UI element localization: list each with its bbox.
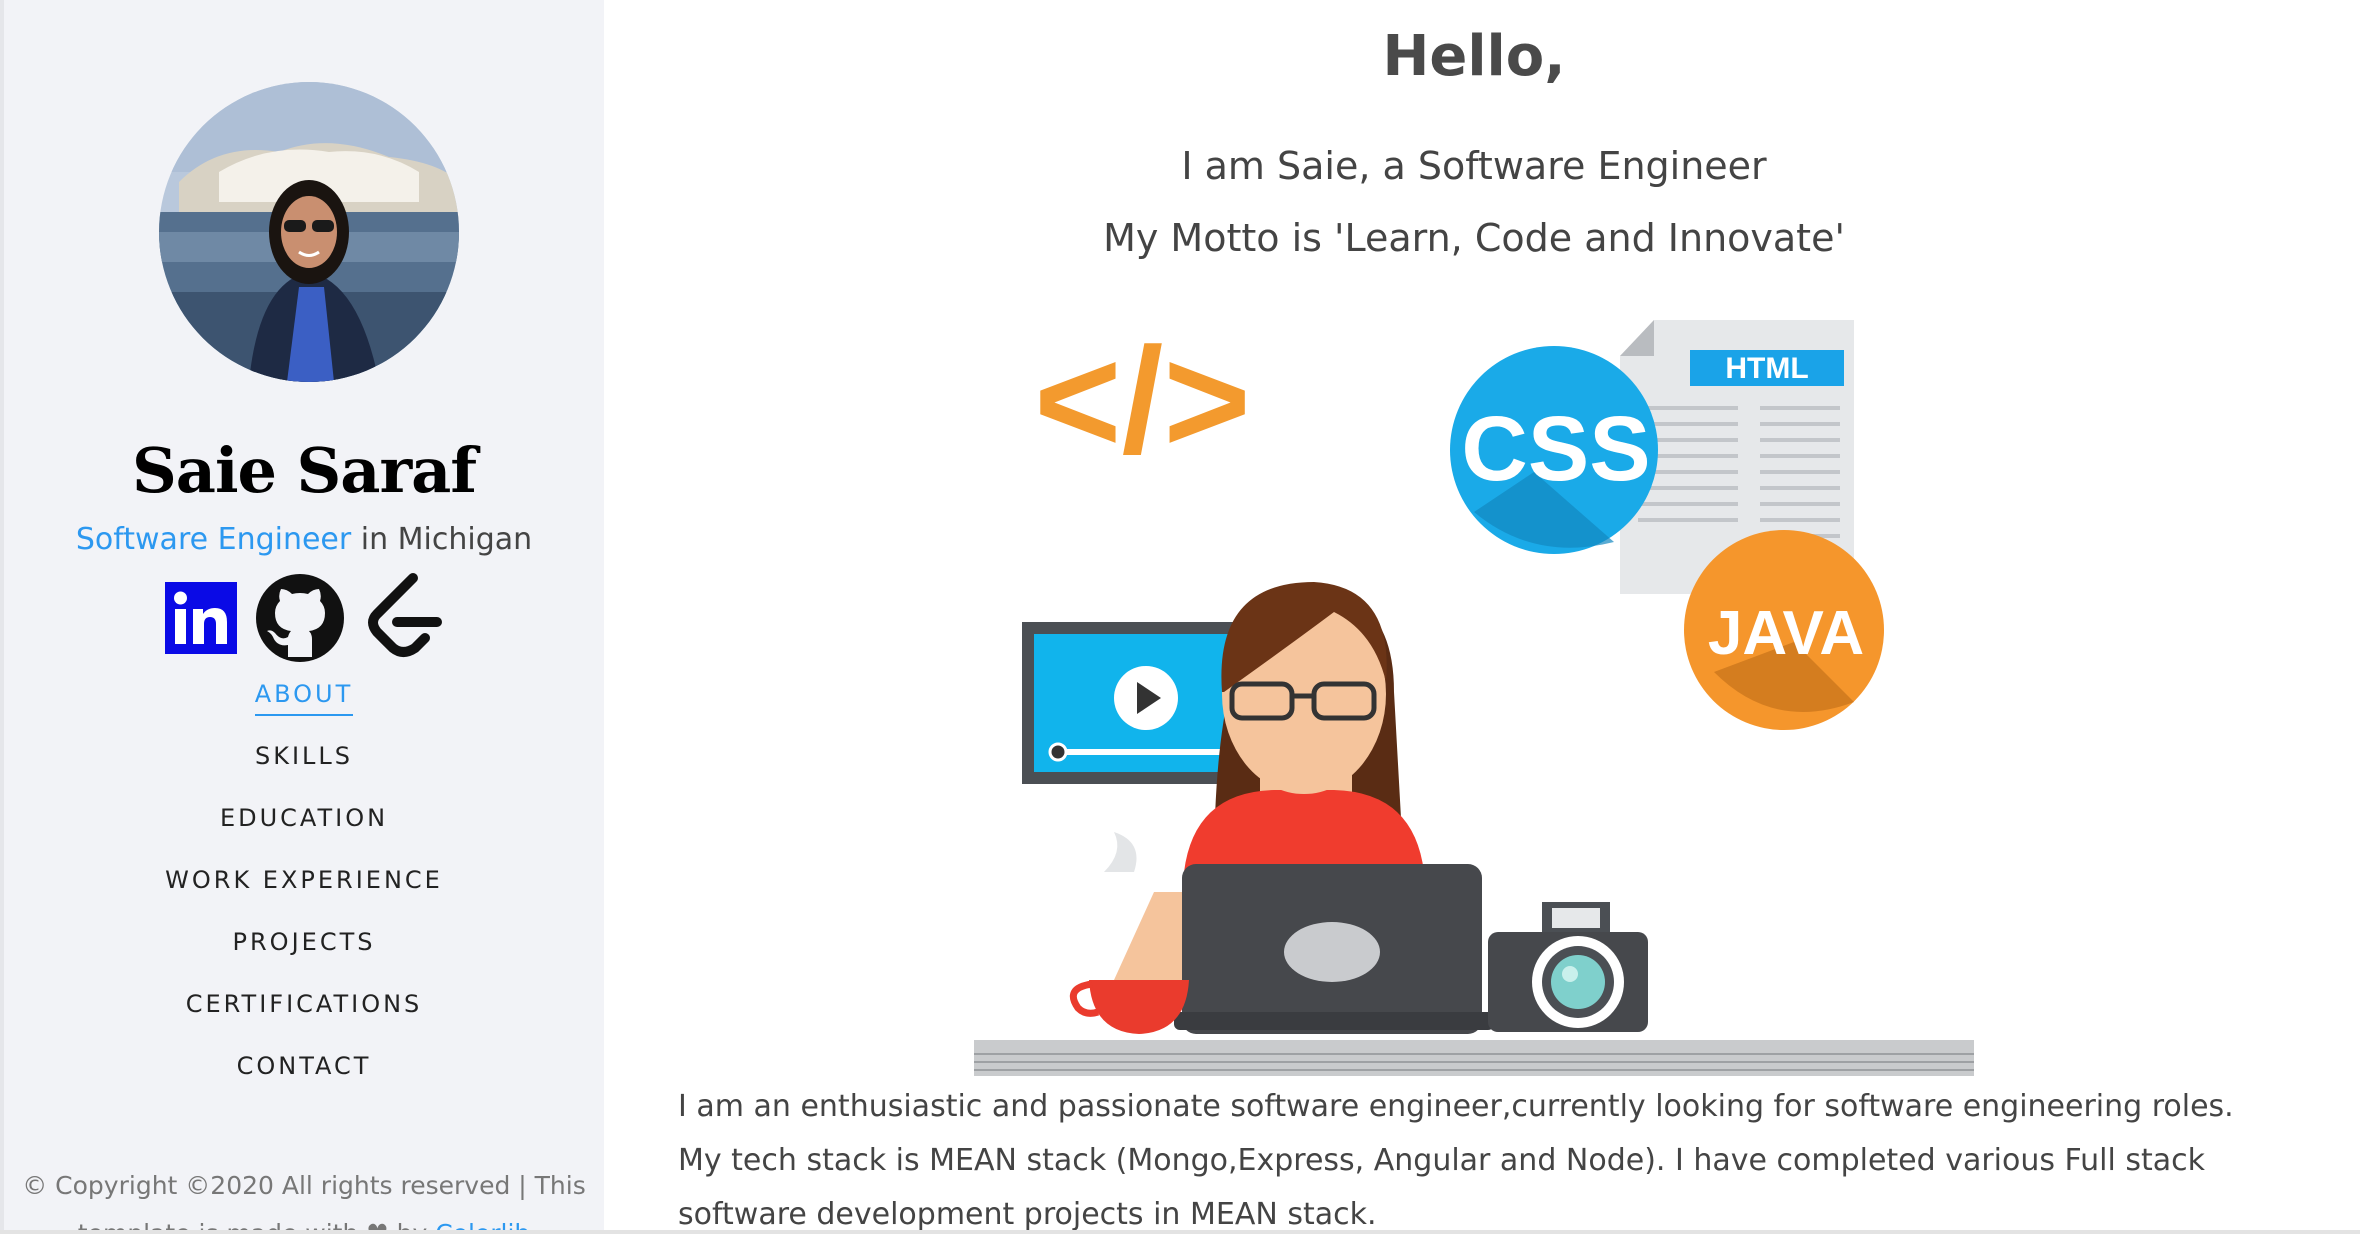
role-link[interactable]: Software Engineer bbox=[76, 522, 351, 557]
nav-item-about[interactable]: ABOUT bbox=[4, 680, 604, 742]
camera-icon bbox=[1488, 902, 1648, 1032]
java-badge-icon: JAVA bbox=[1684, 530, 1884, 730]
intro-line-2: My Motto is 'Learn, Code and Innovate' bbox=[1103, 216, 1845, 260]
page-bottom-divider bbox=[0, 1230, 2360, 1234]
nav-item-work-experience[interactable]: WORK EXPERIENCE bbox=[4, 866, 604, 928]
sidebar-nav: ABOUT SKILLS EDUCATION WORK EXPERIENCE P… bbox=[4, 680, 604, 1114]
code-symbol-icon: </> bbox=[1034, 316, 1251, 484]
svg-text:</>: </> bbox=[1034, 316, 1251, 484]
about-paragraph: I am an enthusiastic and passionate soft… bbox=[678, 1089, 2234, 1232]
nav-item-contact[interactable]: CONTACT bbox=[4, 1052, 604, 1114]
github-icon[interactable] bbox=[255, 573, 345, 667]
profile-subtitle: Software Engineer in Michigan bbox=[4, 522, 604, 557]
svg-text:HTML: HTML bbox=[1725, 352, 1808, 385]
svg-text:CSS: CSS bbox=[1461, 398, 1650, 500]
linkedin-icon[interactable] bbox=[165, 582, 237, 658]
sidebar: Saie Saraf Software Engineer in Michigan bbox=[0, 0, 604, 1234]
main-content: Hello, I am Saie, a Software Engineer My… bbox=[604, 0, 2360, 1234]
avatar bbox=[159, 82, 459, 382]
desk-icon bbox=[974, 1040, 1974, 1076]
greeting-heading: Hello, bbox=[1382, 24, 1566, 89]
copyright: © Copyright ©2020 All rights reserved | … bbox=[4, 1162, 604, 1234]
location-text: Michigan bbox=[397, 522, 533, 557]
location-prefix: in bbox=[351, 522, 398, 557]
svg-text:JAVA: JAVA bbox=[1708, 599, 1864, 668]
developer-illustration: </> HTML CSS JAVA bbox=[974, 312, 1974, 1086]
nav-item-projects[interactable]: PROJECTS bbox=[4, 928, 604, 990]
leetcode-icon[interactable] bbox=[363, 572, 443, 668]
nav-item-education[interactable]: EDUCATION bbox=[4, 804, 604, 866]
nav-item-certifications[interactable]: CERTIFICATIONS bbox=[4, 990, 604, 1052]
nav-item-skills[interactable]: SKILLS bbox=[4, 742, 604, 804]
profile-name: Saie Saraf bbox=[132, 434, 477, 507]
intro-line-1: I am Saie, a Software Engineer bbox=[1181, 144, 1767, 188]
css-badge-icon: CSS bbox=[1450, 346, 1658, 554]
social-links bbox=[4, 572, 604, 668]
